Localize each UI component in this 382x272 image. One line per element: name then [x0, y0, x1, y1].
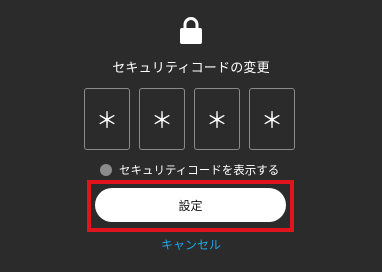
code-digit-2[interactable]: ＊	[139, 88, 185, 150]
cancel-link[interactable]: キャンセル	[0, 237, 382, 253]
code-digit-3[interactable]: ＊	[194, 88, 240, 150]
code-digit-1[interactable]: ＊	[84, 88, 130, 150]
dialog-title: セキュリティコードの変更	[112, 61, 270, 76]
set-button[interactable]: 設定	[95, 188, 286, 222]
show-code-option[interactable]: セキュリティコードを表示する	[100, 162, 279, 178]
security-code-dialog: セキュリティコードの変更 ＊ ＊ ＊ ＊ セキュリティコードを表示する 設定 キ…	[0, 0, 382, 272]
show-code-label: セキュリティコードを表示する	[119, 163, 280, 177]
show-code-radio[interactable]	[100, 164, 112, 176]
lock-icon	[180, 17, 202, 44]
code-digit-4[interactable]: ＊	[249, 88, 295, 150]
security-code-inputs: ＊ ＊ ＊ ＊	[84, 88, 298, 152]
